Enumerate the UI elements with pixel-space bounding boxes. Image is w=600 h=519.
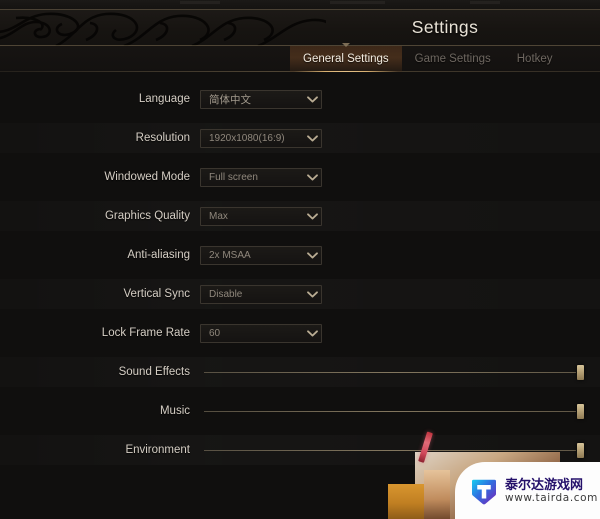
setting-row-graphics-quality: Graphics Quality Max: [0, 201, 600, 231]
label-environment: Environment: [125, 444, 190, 456]
dropdown-anti-aliasing-value: 2x MSAA: [209, 249, 251, 261]
label-lock-frame-rate: Lock Frame Rate: [101, 327, 190, 339]
dropdown-lock-frame-rate-value: 60: [209, 327, 221, 339]
chevron-down-icon: [303, 207, 321, 226]
slider-sound-effects[interactable]: [200, 363, 584, 382]
slider-environment[interactable]: [200, 441, 584, 460]
slider-track: [204, 410, 576, 412]
chevron-down-icon: [303, 90, 321, 109]
dropdown-windowed-mode-value: Full screen: [209, 171, 258, 183]
slider-music[interactable]: [200, 402, 584, 421]
label-resolution: Resolution: [135, 132, 190, 144]
setting-row-environment: Environment: [0, 435, 600, 465]
tab-bar: General Settings Game Settings Hotkey: [0, 43, 600, 75]
tab-hotkey-label: Hotkey: [516, 53, 553, 65]
dropdown-vertical-sync-value: Disable: [209, 288, 243, 300]
setting-row-vertical-sync: Vertical Sync Disable: [0, 279, 600, 309]
tab-general-settings-label: General Settings: [303, 53, 389, 65]
label-vertical-sync: Vertical Sync: [123, 288, 190, 300]
label-language: Language: [138, 93, 190, 105]
chevron-down-icon: [303, 246, 321, 265]
settings-screen: Settings General Settings Game Settings …: [0, 0, 600, 519]
label-music: Music: [159, 405, 190, 417]
chevron-down-icon: [303, 129, 321, 148]
label-windowed-mode: Windowed Mode: [104, 171, 190, 183]
dropdown-anti-aliasing[interactable]: 2x MSAA: [200, 245, 322, 265]
setting-row-resolution: Resolution 1920x1080(16:9): [0, 123, 600, 153]
setting-row-sound-effects: Sound Effects: [0, 357, 600, 387]
slider-track: [204, 449, 576, 451]
dropdown-language-value: 简体中文: [209, 93, 251, 106]
tab-notch-top-icon: [341, 43, 350, 47]
setting-row-anti-aliasing: Anti-aliasing 2x MSAA: [0, 240, 600, 270]
chevron-down-icon: [303, 324, 321, 343]
dropdown-resolution-value: 1920x1080(16:9): [209, 132, 285, 144]
page-title: Settings: [411, 17, 479, 37]
settings-body: Language 简体中文 Resolution 1920x1080(16:9)…: [0, 72, 600, 519]
slider-track: [204, 371, 576, 373]
label-sound-effects: Sound Effects: [118, 366, 190, 378]
chevron-down-icon: [303, 168, 321, 187]
dropdown-lock-frame-rate[interactable]: 60: [200, 323, 322, 343]
setting-row-music: Music: [0, 396, 600, 426]
chevron-down-icon: [303, 285, 321, 304]
dropdown-resolution[interactable]: 1920x1080(16:9): [200, 128, 322, 148]
tab-game-settings-label: Game Settings: [414, 53, 491, 65]
tab-game-settings[interactable]: Game Settings: [402, 46, 504, 72]
tab-hotkey[interactable]: Hotkey: [504, 46, 566, 72]
slider-handle-sound-effects[interactable]: [577, 364, 584, 380]
dropdown-language[interactable]: 简体中文: [200, 89, 322, 109]
setting-row-language: Language 简体中文: [0, 84, 600, 114]
setting-row-lock-frame-rate: Lock Frame Rate 60: [0, 318, 600, 348]
setting-row-windowed-mode: Windowed Mode Full screen: [0, 162, 600, 192]
tab-general-settings[interactable]: General Settings: [290, 43, 402, 75]
label-anti-aliasing: Anti-aliasing: [127, 249, 190, 261]
dropdown-graphics-quality[interactable]: Max: [200, 206, 322, 226]
slider-handle-music[interactable]: [577, 403, 584, 419]
dropdown-vertical-sync[interactable]: Disable: [200, 284, 322, 304]
dropdown-graphics-quality-value: Max: [209, 210, 228, 222]
top-strip: [0, 0, 600, 9]
label-graphics-quality: Graphics Quality: [104, 210, 190, 222]
slider-handle-environment[interactable]: [577, 442, 584, 458]
dropdown-windowed-mode[interactable]: Full screen: [200, 167, 322, 187]
